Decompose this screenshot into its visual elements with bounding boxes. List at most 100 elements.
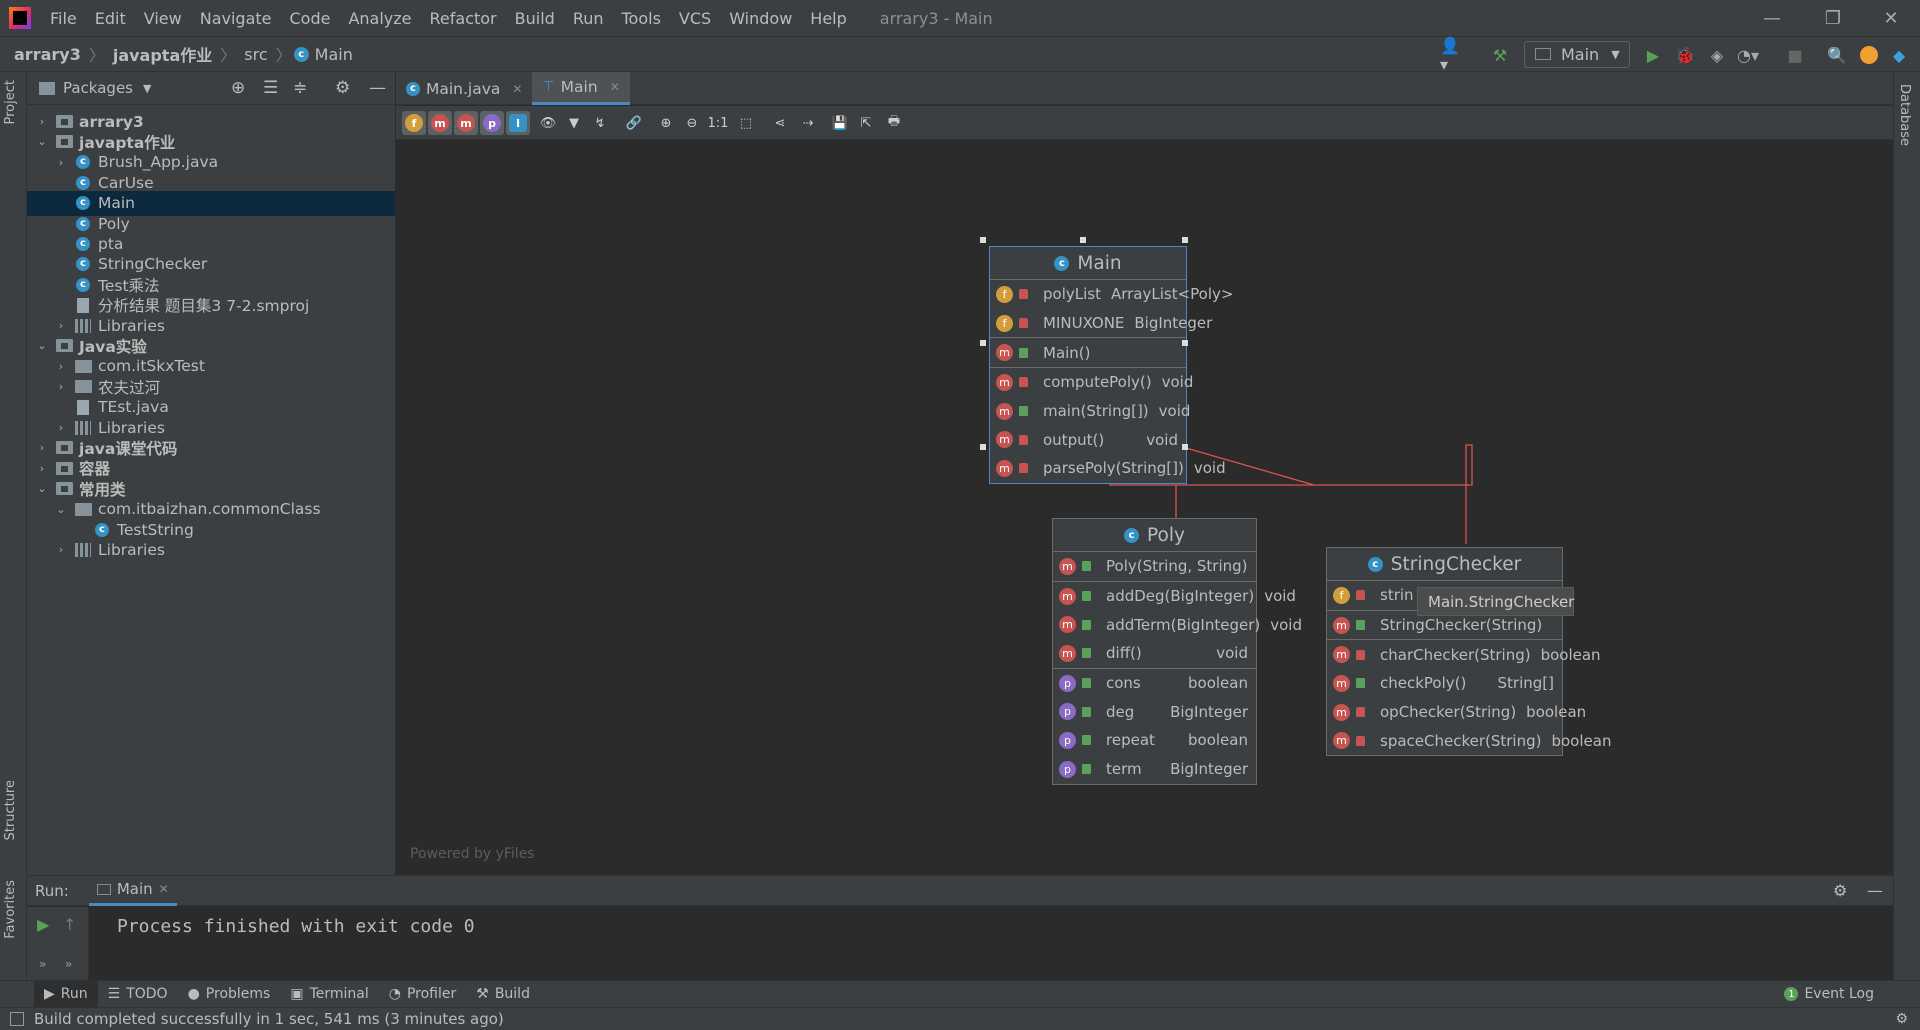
menu-edit[interactable]: Edit — [86, 9, 135, 28]
menu-help[interactable]: Help — [801, 9, 855, 28]
resize-handle[interactable] — [980, 444, 986, 450]
visibility-eye-icon[interactable]: 👁 — [536, 111, 560, 135]
member-row[interactable]: p term BigInteger — [1053, 755, 1256, 784]
member-row[interactable]: p deg BigInteger — [1053, 697, 1256, 726]
structure-tool-tab[interactable]: Structure — [3, 780, 18, 840]
expand-arrow-icon[interactable]: › — [54, 421, 68, 434]
member-row[interactable]: m opChecker(String) boolean — [1327, 698, 1586, 727]
apply-layout-icon[interactable]: ⇢ — [796, 111, 820, 135]
member-row[interactable]: m main(String[]) void — [990, 397, 1190, 426]
zoom-in-icon[interactable]: ⊕ — [654, 111, 678, 135]
close-window-icon[interactable]: ✕ — [1862, 0, 1920, 36]
methods-toggle-icon[interactable]: m — [454, 111, 478, 135]
database-tool-tab[interactable]: Database — [1897, 84, 1912, 146]
run-configuration-select[interactable]: Main ▼ — [1524, 41, 1630, 68]
class-node-poly[interactable]: c Poly m Poly(String, String) m addDeg(Big… — [1052, 518, 1302, 785]
member-row[interactable]: m Main() — [990, 338, 1186, 367]
layout-icon[interactable]: ⋖ — [768, 111, 792, 135]
close-tab-icon[interactable]: ✕ — [610, 80, 620, 94]
menu-tools[interactable]: Tools — [613, 9, 670, 28]
menu-window[interactable]: Window — [720, 9, 801, 28]
member-row[interactable]: m parsePoly(String[]) void — [990, 454, 1226, 483]
zoom-out-icon[interactable]: ⊖ — [680, 111, 704, 135]
close-tab-icon[interactable]: ✕ — [159, 882, 169, 896]
tool-tab-build[interactable]: ⚒ Build — [466, 981, 540, 1008]
menu-vcs[interactable]: VCS — [670, 9, 720, 28]
member-row[interactable]: p repeat boolean — [1053, 726, 1256, 755]
inner-classes-toggle-icon[interactable]: I — [506, 111, 530, 135]
member-row[interactable]: f MINUXONE BigInteger — [990, 309, 1212, 338]
tool-tab-problems[interactable]: ● Problems — [178, 981, 281, 1008]
build-hammer-icon[interactable]: ⚒ — [1490, 45, 1510, 65]
favorites-tool-tab[interactable]: Favorites — [3, 880, 18, 939]
link-icon[interactable]: 🔗 — [622, 111, 646, 135]
tool-tab-terminal[interactable]: ▣ Terminal — [280, 981, 378, 1008]
collapse-all-icon[interactable]: ≑ — [293, 78, 307, 98]
gear-icon[interactable]: ⚙ — [1833, 881, 1847, 900]
run-icon[interactable]: ▶ — [1643, 45, 1663, 65]
menu-code[interactable]: Code — [281, 9, 340, 28]
member-row[interactable]: m addDeg(BigInteger) void — [1053, 582, 1296, 611]
gear-icon[interactable]: ⚙ — [1895, 1011, 1908, 1027]
resize-handle[interactable] — [980, 340, 986, 346]
menu-analyze[interactable]: Analyze — [339, 9, 420, 28]
expand-arrow-icon[interactable]: › — [35, 115, 49, 128]
gear-icon[interactable]: ⚙ — [335, 78, 350, 98]
expand-arrow-icon[interactable]: › — [54, 380, 68, 393]
run-tab-main[interactable]: Main ✕ — [88, 876, 177, 906]
expand-arrow-icon[interactable]: › — [54, 156, 68, 169]
debug-icon[interactable]: 🐞 — [1675, 45, 1695, 65]
hide-icon[interactable]: — — [369, 78, 386, 98]
menu-view[interactable]: View — [135, 9, 191, 28]
fields-toggle-icon[interactable]: f — [402, 111, 426, 135]
dependencies-icon[interactable]: ↯ — [588, 111, 612, 135]
expand-arrow-icon[interactable]: ⌄ — [54, 503, 68, 516]
filter-icon[interactable]: ▼ — [562, 111, 586, 135]
tab-main-java[interactable]: c Main.java ✕ — [396, 72, 532, 105]
breadcrumb-module[interactable]: javapta作业 — [107, 42, 218, 66]
member-row[interactable]: m spaceChecker(String) boolean — [1327, 726, 1611, 755]
export-icon[interactable]: ⇱ — [854, 111, 878, 135]
search-icon[interactable]: 🔍 — [1827, 45, 1847, 65]
tool-tab-run[interactable]: ▶ Run — [34, 980, 98, 1008]
expand-arrow-icon[interactable]: ⌄ — [35, 482, 49, 495]
status-toggle-icon[interactable] — [10, 1012, 24, 1026]
restore-icon[interactable]: ❐ — [1804, 0, 1862, 36]
expand-arrow-icon[interactable]: › — [35, 441, 49, 454]
hide-icon[interactable]: — — [1867, 881, 1883, 900]
packages-view-select[interactable]: Packages — [63, 79, 133, 97]
chevron-down-icon[interactable]: ▼ — [143, 82, 151, 95]
update-icon[interactable] — [1859, 45, 1879, 65]
expand-arrow-icon[interactable]: ⌄ — [35, 339, 49, 352]
member-row[interactable]: m diff() void — [1053, 639, 1256, 668]
project-tool-tab[interactable]: Project — [3, 80, 18, 124]
expand-arrow-icon[interactable]: ⌄ — [35, 135, 49, 148]
save-icon[interactable]: 💾 — [828, 111, 852, 135]
more-icon[interactable]: » — [65, 957, 72, 971]
menu-navigate[interactable]: Navigate — [191, 9, 281, 28]
constructors-toggle-icon[interactable]: m — [428, 111, 452, 135]
member-row[interactable]: m Poly(String, String) — [1053, 552, 1256, 581]
resize-handle[interactable] — [1182, 444, 1188, 450]
plugin-icon[interactable]: ◆ — [1889, 45, 1909, 65]
menu-refactor[interactable]: Refactor — [421, 9, 506, 28]
menu-build[interactable]: Build — [506, 9, 564, 28]
resize-handle[interactable] — [1182, 340, 1188, 346]
expand-arrow-icon[interactable]: › — [54, 319, 68, 332]
menu-run[interactable]: Run — [564, 9, 613, 28]
properties-toggle-icon[interactable]: p — [480, 111, 504, 135]
member-row[interactable]: f polyList ArrayList<Poly> — [990, 280, 1233, 309]
rerun-icon[interactable]: ▶ — [37, 915, 49, 934]
print-icon[interactable]: 🖶 — [882, 111, 906, 135]
member-row[interactable]: m addTerm(BigInteger) void — [1053, 610, 1302, 639]
resize-handle[interactable] — [980, 237, 986, 243]
fit-content-icon[interactable]: ⬚ — [734, 111, 758, 135]
event-log-tab[interactable]: 1 Event Log — [1774, 981, 1884, 1008]
breadcrumb-project[interactable]: arrary3 — [8, 45, 87, 64]
tool-tab-profiler[interactable]: ◔ Profiler — [379, 981, 467, 1008]
breadcrumb-class[interactable]: Main — [309, 45, 359, 64]
tool-tab-todo[interactable]: ☰ TODO — [98, 981, 178, 1008]
profile-icon[interactable]: ◔▾ — [1737, 45, 1759, 65]
expand-all-icon[interactable]: ☰ — [263, 78, 278, 98]
more-icon[interactable]: » — [39, 957, 46, 971]
